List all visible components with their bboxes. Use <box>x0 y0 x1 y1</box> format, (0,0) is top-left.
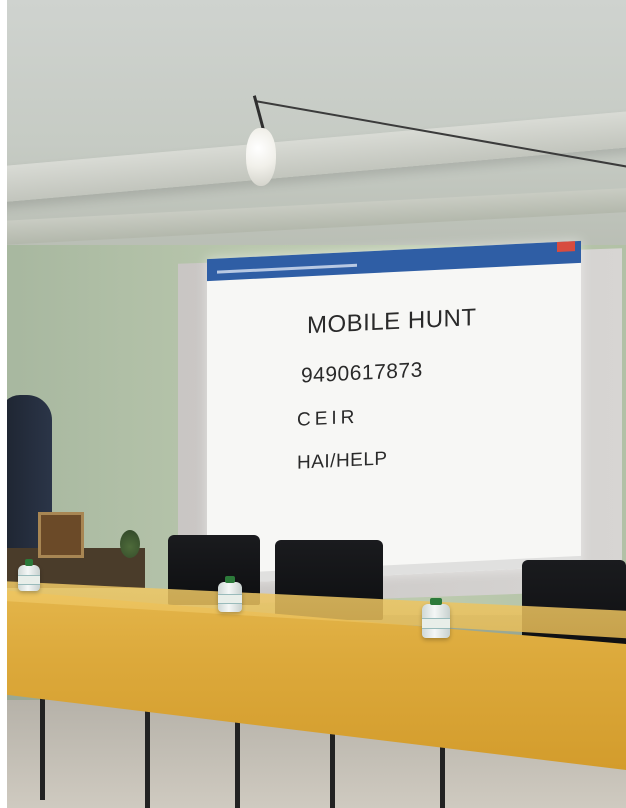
picture-frame <box>38 512 84 558</box>
water-bottle <box>18 559 40 591</box>
projected-slide: MOBILE HUNT 9490617873 CEIR HAI/HELP <box>207 240 581 585</box>
slide-line-phone: 9490617873 <box>301 358 423 388</box>
photo: MOBILE HUNT 9490617873 CEIR HAI/HELP <box>0 0 626 808</box>
slide-line-title: MOBILE HUNT <box>307 303 477 340</box>
table-leg <box>40 690 45 800</box>
table-leg <box>145 700 150 808</box>
slide-line-ceir: CEIR <box>297 406 359 431</box>
potted-plant <box>120 530 140 558</box>
light-bulb <box>246 128 276 186</box>
water-bottle <box>422 598 450 638</box>
water-bottle <box>218 576 242 612</box>
menu-bar <box>217 263 357 274</box>
image-border <box>0 0 7 808</box>
table-leg <box>235 710 240 808</box>
slide-line-help: HAI/HELP <box>297 448 388 474</box>
close-icon <box>557 241 575 253</box>
